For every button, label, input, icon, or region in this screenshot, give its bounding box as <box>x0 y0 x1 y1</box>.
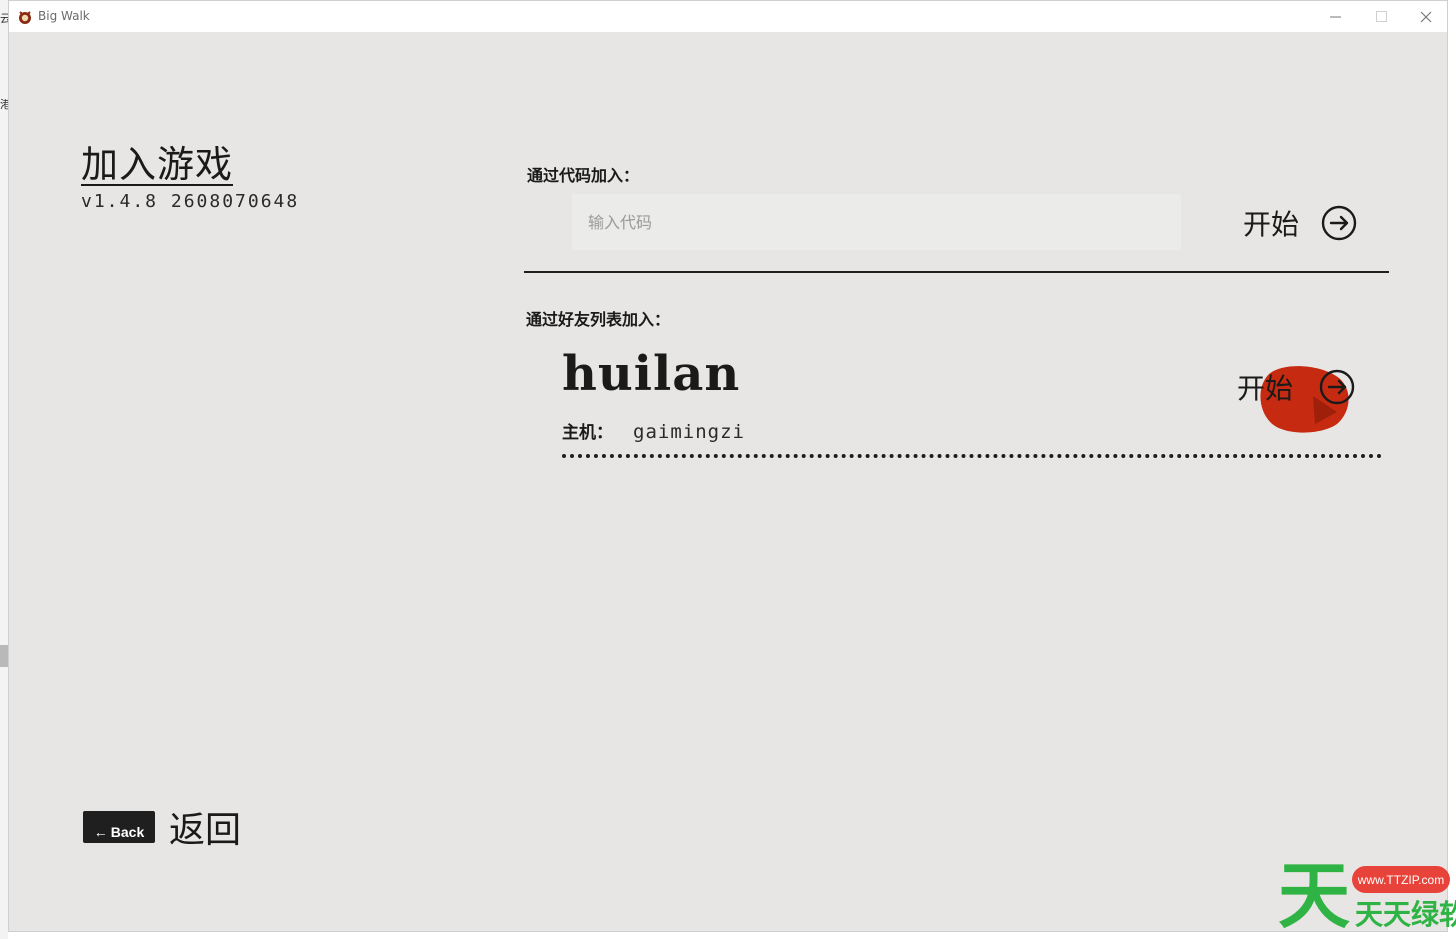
maximize-button[interactable] <box>1358 1 1404 32</box>
host-value: gaimingzi <box>633 421 745 443</box>
version-text: v1.4.8 2608070648 <box>81 191 300 212</box>
join-by-code-label: 通过代码加入： <box>527 166 640 185</box>
app-window: Big Walk 加入游戏 v1.4.8 2608070648 通过代码加入： … <box>8 0 1448 932</box>
back-label: 返回 <box>169 810 242 851</box>
app-logo-icon <box>19 11 31 24</box>
start-by-code-button[interactable]: 开始 <box>1243 203 1357 243</box>
title-bar[interactable]: Big Walk <box>9 1 1447 32</box>
minimize-button[interactable] <box>1312 1 1358 32</box>
minimize-icon <box>1329 16 1341 18</box>
page-title: 加入游戏 <box>81 143 233 186</box>
close-button[interactable] <box>1403 1 1449 32</box>
host-row: 主机： gaimingzi <box>562 418 745 443</box>
watermark-big-char: 天 <box>1278 854 1351 938</box>
arrow-right-circle-icon <box>1321 205 1357 241</box>
watermark-site: www.TTZIP.com <box>1352 866 1450 893</box>
arrow-left-icon: ← <box>93 824 108 840</box>
join-by-friends-label: 通过好友列表加入： <box>526 310 671 329</box>
back-key-label: Back <box>110 824 145 840</box>
friend-item-divider <box>562 454 1382 458</box>
back-button[interactable]: ← Back 返回 <box>83 801 241 853</box>
arrow-right-circle-icon <box>1319 369 1355 405</box>
back-key-badge: ← Back <box>83 811 155 843</box>
window-title: Big Walk <box>38 9 90 23</box>
section-divider <box>524 271 1389 273</box>
code-input[interactable] <box>572 194 1181 250</box>
watermark-name: 天天绿软 <box>1355 898 1456 931</box>
friend-name: huilan <box>562 346 741 402</box>
close-icon <box>1420 11 1432 22</box>
start-label: 开始 <box>1237 372 1294 405</box>
host-label: 主机： <box>562 423 613 443</box>
start-friend-game-button[interactable]: 开始 <box>1237 366 1355 433</box>
desktop-gray-fragment <box>0 645 8 667</box>
maximize-icon <box>1375 11 1387 22</box>
desktop-background-strip: 云 港 <box>0 0 11 939</box>
start-label: 开始 <box>1243 208 1300 241</box>
